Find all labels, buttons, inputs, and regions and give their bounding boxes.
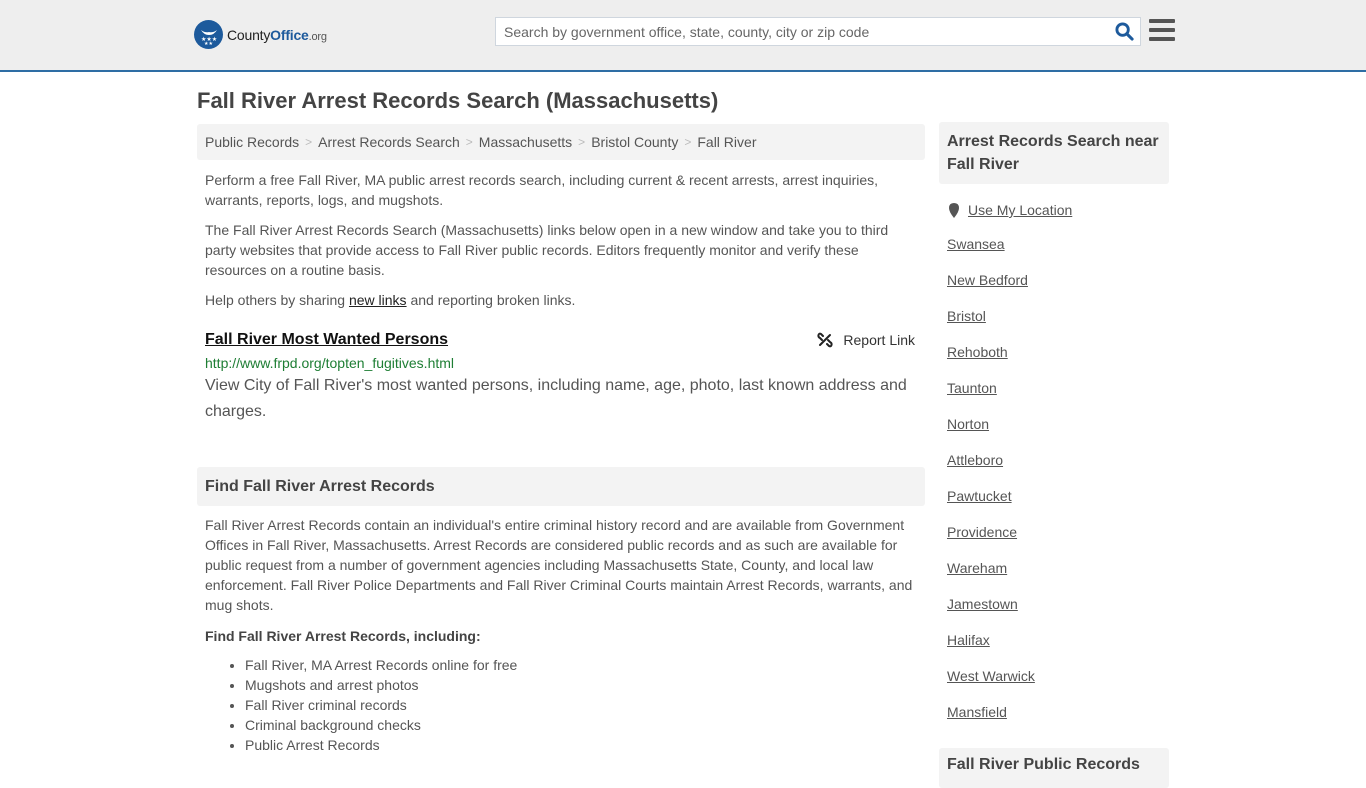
nearby-link-providence[interactable]: Providence: [947, 524, 1017, 540]
breadcrumb-separator: >: [578, 135, 586, 149]
resource-link-description: View City of Fall River's most wanted pe…: [205, 377, 907, 420]
nearby-link-norton[interactable]: Norton: [947, 416, 989, 432]
nearby-link-bristol[interactable]: Bristol: [947, 308, 986, 324]
nearby-list: Swansea New Bedford Bristol Rehoboth Tau…: [939, 234, 1169, 722]
resource-link-url: http://www.frpd.org/topten_fugitives.htm…: [205, 355, 455, 371]
list-item: Pawtucket: [947, 486, 1169, 506]
svg-text:★★: ★★: [204, 41, 213, 46]
sidebar: Arrest Records Search near Fall River Us…: [939, 122, 1169, 788]
list-item: Providence: [947, 522, 1169, 542]
new-links-link[interactable]: new links: [349, 292, 407, 308]
breadcrumb-public-records[interactable]: Public Records: [205, 134, 299, 150]
search-icon: [1114, 22, 1134, 41]
share-links-paragraph: Help others by sharing new links and rep…: [205, 292, 576, 308]
search-input[interactable]: [496, 18, 1108, 45]
list-item: Bristol: [947, 306, 1169, 326]
find-records-list: Fall River, MA Arrest Records online for…: [197, 655, 925, 755]
nearby-link-taunton[interactable]: Taunton: [947, 380, 997, 396]
report-link-label: Report Link: [843, 332, 915, 348]
nearby-link-halifax[interactable]: Halifax: [947, 632, 990, 648]
list-item: Fall River, MA Arrest Records online for…: [245, 655, 925, 675]
menu-bar: [1149, 37, 1175, 41]
list-item: Jamestown: [947, 594, 1169, 614]
eagle-stars-badge-icon: ★★★ ★★: [194, 20, 223, 49]
nearby-link-wareham[interactable]: Wareham: [947, 560, 1007, 576]
list-item: Swansea: [947, 234, 1169, 254]
list-item: New Bedford: [947, 270, 1169, 290]
list-item: Public Arrest Records: [245, 735, 925, 755]
list-item: Taunton: [947, 378, 1169, 398]
list-item: Halifax: [947, 630, 1169, 650]
nearby-link-mansfield[interactable]: Mansfield: [947, 704, 1007, 720]
breadcrumb-arrest-records-search[interactable]: Arrest Records Search: [318, 134, 460, 150]
breadcrumb-massachusetts[interactable]: Massachusetts: [479, 134, 572, 150]
site-logo[interactable]: ★★★ ★★ CountyOffice.org: [194, 20, 327, 49]
find-records-subheading: Find Fall River Arrest Records, includin…: [205, 628, 481, 644]
page-title: Fall River Arrest Records Search (Massac…: [197, 88, 719, 113]
list-item: Norton: [947, 414, 1169, 434]
nearby-link-rehoboth[interactable]: Rehoboth: [947, 344, 1008, 360]
hamburger-menu-button[interactable]: [1149, 19, 1175, 41]
breadcrumb-separator: >: [465, 135, 473, 149]
list-item: Mugshots and arrest photos: [245, 675, 925, 695]
logo-text: CountyOffice.org: [227, 26, 327, 43]
nearby-link-new-bedford[interactable]: New Bedford: [947, 272, 1028, 288]
resource-link-title[interactable]: Fall River Most Wanted Persons: [205, 330, 448, 350]
list-item: West Warwick: [947, 666, 1169, 686]
list-item: Rehoboth: [947, 342, 1169, 362]
public-records-heading: Fall River Public Records: [939, 748, 1169, 788]
nearby-link-pawtucket[interactable]: Pawtucket: [947, 488, 1012, 504]
resource-link-card: Fall River Most Wanted Persons Report Li…: [197, 330, 925, 425]
search-button[interactable]: [1108, 18, 1140, 45]
list-item: Fall River criminal records: [245, 695, 925, 715]
nearby-link-west-warwick[interactable]: West Warwick: [947, 668, 1035, 684]
breadcrumb-separator: >: [684, 135, 692, 149]
nearby-link-swansea[interactable]: Swansea: [947, 236, 1005, 252]
nearby-link-attleboro[interactable]: Attleboro: [947, 452, 1003, 468]
find-records-heading: Find Fall River Arrest Records: [197, 467, 925, 506]
intro-paragraph: Perform a free Fall River, MA public arr…: [205, 172, 879, 208]
list-item: Mansfield: [947, 702, 1169, 722]
use-my-location-link[interactable]: Use My Location: [968, 202, 1072, 218]
list-item: Wareham: [947, 558, 1169, 578]
menu-bar: [1149, 28, 1175, 32]
find-records-body: Fall River Arrest Records contain an ind…: [205, 517, 913, 613]
broken-link-icon: [817, 332, 833, 348]
nearby-link-jamestown[interactable]: Jamestown: [947, 596, 1018, 612]
site-header: ★★★ ★★ CountyOffice.org: [0, 0, 1366, 72]
list-item: Attleboro: [947, 450, 1169, 470]
map-marker-icon: [949, 202, 959, 218]
report-link-button[interactable]: Report Link: [817, 332, 915, 348]
nearby-heading: Arrest Records Search near Fall River: [939, 122, 1169, 184]
disclaimer-paragraph: The Fall River Arrest Records Search (Ma…: [205, 222, 889, 278]
breadcrumb-separator: >: [305, 135, 313, 149]
search-box: [495, 17, 1141, 46]
list-item: Criminal background checks: [245, 715, 925, 735]
breadcrumb-fall-river[interactable]: Fall River: [697, 134, 756, 150]
menu-bar: [1149, 19, 1175, 23]
main-content: Public Records > Arrest Records Search >…: [197, 124, 925, 755]
breadcrumb: Public Records > Arrest Records Search >…: [197, 124, 925, 160]
breadcrumb-bristol-county[interactable]: Bristol County: [591, 134, 678, 150]
use-location-row: Use My Location: [939, 202, 1169, 218]
